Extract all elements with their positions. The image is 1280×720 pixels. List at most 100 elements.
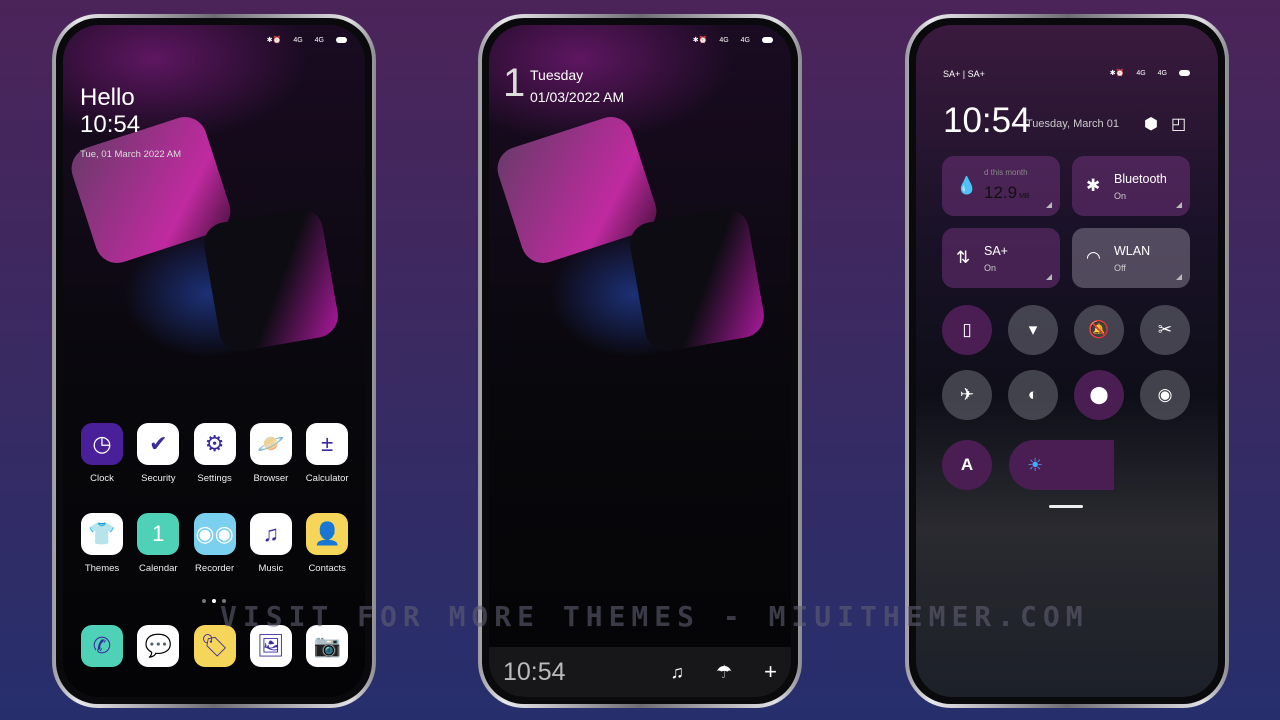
planet-icon: 🪐 <box>249 423 292 465</box>
umbrella-icon[interactable]: ☂ <box>716 662 732 683</box>
tile-status: Off <box>1114 263 1126 273</box>
expand-corner-icon <box>1046 202 1052 208</box>
app-label: Music <box>258 563 284 574</box>
vibrate-icon: ▯ <box>962 320 972 339</box>
edit-tiles-icon[interactable]: ◰ <box>1171 114 1186 134</box>
tile-mobile-data[interactable]: ⇅ SA+ On <box>942 228 1060 288</box>
eye-icon: ◉ <box>1157 385 1173 404</box>
eye-toggle[interactable]: ◉ <box>1140 370 1190 420</box>
status-bar: ✱⏰ 4G 4G <box>267 36 347 44</box>
tile-bluetooth[interactable]: ✱ Bluetooth On <box>1072 156 1190 216</box>
wallpaper <box>489 25 791 697</box>
lock-date: 01/03/2022 AM <box>530 89 625 105</box>
bluetooth-icon: ✱ <box>1086 176 1101 195</box>
music-note-icon[interactable]: ♫ <box>671 662 685 683</box>
tile-wifi[interactable]: ◠ WLAN Off <box>1072 228 1190 288</box>
location-icon: ⬤ <box>1089 385 1109 404</box>
app-calculator[interactable]: ± Calculator <box>299 423 355 484</box>
brightness-slider[interactable]: ☀ <box>1009 440 1218 490</box>
app-settings[interactable]: ⚙ Settings <box>187 423 243 484</box>
gallery-icon: 🖼 <box>249 625 292 667</box>
mute-bell-toggle[interactable]: 🔕 <box>1074 305 1124 355</box>
app-calendar[interactable]: 1 Calendar <box>130 513 186 574</box>
app-label: Calendar <box>139 563 178 574</box>
app-browser[interactable]: 🪐 Browser <box>243 423 299 484</box>
status-bar: ✱⏰ 4G 4G <box>693 36 773 44</box>
app-label: Clock <box>90 473 114 484</box>
expand-corner-icon <box>1176 202 1182 208</box>
signal-4g-icon: 4G <box>1136 69 1146 77</box>
dock-app[interactable]: 🖼 <box>243 625 299 667</box>
day-number: 1 <box>503 61 526 105</box>
screenshot-scissors-toggle[interactable]: ✂ <box>1140 305 1190 355</box>
flashlight-toggle[interactable]: ▾ <box>1008 305 1058 355</box>
tile-title: Bluetooth <box>1114 172 1167 186</box>
dice-image <box>626 205 768 355</box>
app-label: Calculator <box>305 473 349 484</box>
phone-control-center: SA+ | SA+ ✱⏰ 4G 4G 10:54 Tuesday, March 01… <box>905 14 1229 708</box>
dock-app[interactable]: 🏷 <box>187 625 243 667</box>
screenshot-scissors-icon: ✂ <box>1157 320 1173 339</box>
airplane-icon: ✈ <box>959 385 975 404</box>
app-label: Security <box>141 473 176 484</box>
auto-brightness-button[interactable]: A <box>942 440 992 490</box>
phone-icon: ✆ <box>81 625 123 667</box>
page-dot[interactable] <box>222 599 226 603</box>
water-drop-icon: 💧 <box>956 176 978 195</box>
bar-time: 10:54 <box>503 657 566 686</box>
location-toggle[interactable]: ⬤ <box>1074 370 1124 420</box>
app-clock[interactable]: ◷ Clock <box>74 423 130 484</box>
dark-mode-icon: ◐ <box>1027 385 1039 404</box>
control-time: 10:54 <box>943 101 1031 140</box>
tile-status: On <box>984 263 997 273</box>
app-label: Themes <box>84 563 120 574</box>
flashlight-icon: ▾ <box>1028 320 1038 339</box>
sun-icon: ☀ <box>1027 454 1044 475</box>
phone-home-screen: ✱⏰ 4G 4G Hello 10:54 Tue, 01 March 2022 AM… <box>52 14 376 708</box>
clock-time[interactable]: 10:54 <box>80 111 140 138</box>
app-contacts[interactable]: 👤 Contacts <box>299 513 355 574</box>
cassette-icon: ◉◉ <box>193 513 236 555</box>
brightness-fill: ☀ <box>1009 440 1114 490</box>
page-indicator[interactable] <box>63 599 365 603</box>
wifi-icon: ◠ <box>1086 248 1101 267</box>
plus-icon[interactable]: + <box>764 659 777 685</box>
data-usage-value: 12.9 MB <box>984 183 1030 203</box>
lock-bottom-bar: 10:54 ♫ ☂ + <box>489 647 791 697</box>
signal-4g-icon: 4G <box>740 36 750 44</box>
signal-4g-icon: 4G <box>719 36 729 44</box>
page-dot[interactable] <box>212 599 216 603</box>
drag-handle[interactable] <box>1049 505 1083 508</box>
vibrate-toggle[interactable]: ▯ <box>942 305 992 355</box>
dock-app[interactable]: 💬 <box>130 625 186 667</box>
tile-sub: d this month <box>984 168 1028 177</box>
signal-4g-icon: 4G <box>293 36 303 44</box>
app-label: Contacts <box>308 563 346 574</box>
expand-corner-icon <box>1046 274 1052 280</box>
battery-icon <box>762 37 773 43</box>
battery-icon <box>1179 70 1190 76</box>
battery-icon <box>336 37 347 43</box>
greeting-block: Hello 10:54 <box>80 84 140 138</box>
date-label: Tue, 01 March 2022 AM <box>80 149 182 160</box>
bluetooth-alarm-icon: ✱⏰ <box>692 37 708 44</box>
settings-hex-icon[interactable]: ⬢ <box>1144 114 1158 134</box>
clock-icon: ◷ <box>81 423 123 465</box>
contacts-icon: 👤 <box>306 513 349 555</box>
dark-mode-toggle[interactable]: ◐ <box>1008 370 1058 420</box>
app-security[interactable]: ✔ Security <box>130 423 186 484</box>
shield-check-icon: ✔ <box>137 423 180 465</box>
data-usage-unit: MB <box>1019 193 1030 200</box>
mobile-data-icon: ⇅ <box>956 248 971 267</box>
calculator-icon: ± <box>306 423 349 465</box>
status-bar: ✱⏰ 4G 4G <box>1110 69 1190 77</box>
page-dot[interactable] <box>202 599 206 603</box>
dock-app[interactable]: 📷 <box>299 625 355 667</box>
tile-water-drop[interactable]: 💧 d this month 12.9 MB <box>942 156 1060 216</box>
app-recorder[interactable]: ◉◉ Recorder <box>187 513 243 574</box>
expand-corner-icon <box>1176 274 1182 280</box>
airplane-toggle[interactable]: ✈ <box>942 370 992 420</box>
app-themes[interactable]: 👕 Themes <box>74 513 130 574</box>
app-music[interactable]: ♫ Music <box>243 513 299 574</box>
dock-app[interactable]: ✆ <box>74 625 130 667</box>
